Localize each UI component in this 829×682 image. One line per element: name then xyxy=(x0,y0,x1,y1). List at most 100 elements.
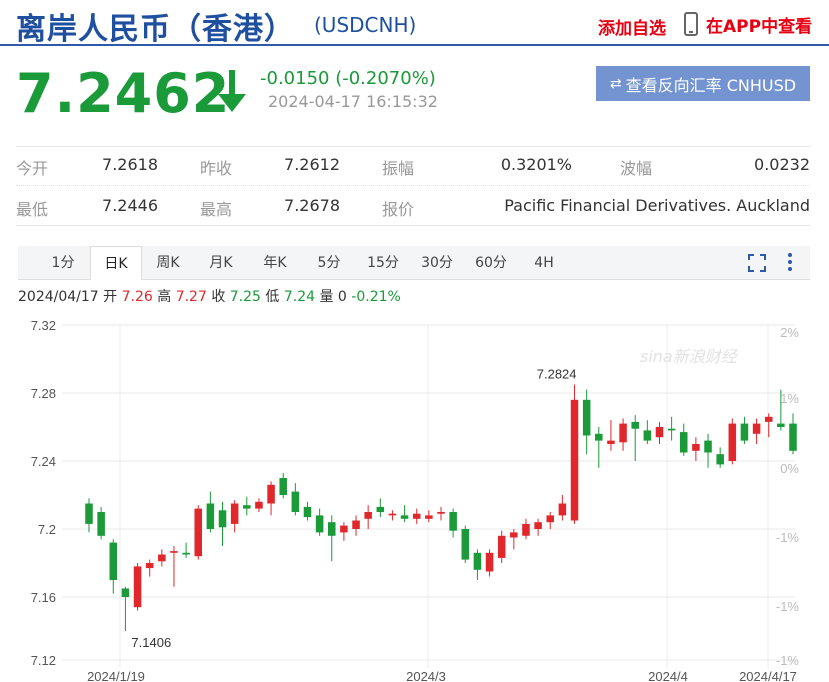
candle-body xyxy=(752,423,761,434)
candle-body xyxy=(315,515,324,533)
candle-body xyxy=(449,512,457,531)
candle-body xyxy=(303,506,312,518)
quote-source-value: Pacific Financial Derivatives. Auckland xyxy=(504,196,810,215)
ohlc-volume: 0 xyxy=(337,289,347,305)
candle-body xyxy=(546,515,555,523)
tab-30min[interactable]: 30分 xyxy=(410,246,464,280)
range-value: 0.0232 xyxy=(754,155,810,174)
candle-body xyxy=(558,503,567,516)
candle-body xyxy=(789,423,797,451)
tab-yearly-k[interactable]: 年K xyxy=(248,246,302,280)
candle-body xyxy=(437,512,445,514)
candle-body xyxy=(388,513,397,516)
down-arrow-icon xyxy=(218,70,246,112)
candle-body xyxy=(97,512,105,536)
candle-body xyxy=(255,501,263,509)
candle-body xyxy=(182,552,190,555)
pct-tick-label: 2% xyxy=(780,325,799,340)
ohlc-close-label: 收 xyxy=(211,289,226,305)
quote-time: 2024-04-17 16:15:32 xyxy=(268,92,438,111)
candle-body xyxy=(777,423,785,427)
candle-body xyxy=(158,554,166,562)
tab-60min[interactable]: 60分 xyxy=(464,246,518,280)
candle-body xyxy=(400,515,409,519)
max-annotation: 7.2824 xyxy=(537,367,577,382)
tab-weekly-k[interactable]: 周K xyxy=(142,246,194,280)
candle-body xyxy=(267,484,275,504)
candle-body xyxy=(121,588,130,597)
high-label: 最高 xyxy=(200,200,233,219)
candle-body xyxy=(510,532,518,538)
candle-body xyxy=(340,525,348,533)
candle-body xyxy=(728,423,737,461)
period-tabs: 1分 日K 周K 月K 年K 5分 15分 30分 60分 4H xyxy=(18,246,810,280)
tab-1min[interactable]: 1分 xyxy=(36,246,90,280)
candle-body xyxy=(109,542,118,580)
ohlc-high-label: 高 xyxy=(157,289,172,305)
ohlc-low: 7.24 xyxy=(283,289,316,305)
candle-body xyxy=(145,563,154,569)
candle-body xyxy=(692,444,700,451)
fullscreen-icon[interactable] xyxy=(748,254,766,272)
tab-4h[interactable]: 4H xyxy=(518,246,570,280)
tab-daily-k[interactable]: 日K xyxy=(90,246,142,280)
candle-body xyxy=(243,505,251,509)
candle-body xyxy=(764,416,773,422)
candle-body xyxy=(643,430,652,441)
x-tick-label: 2024/4 xyxy=(648,669,688,682)
y-tick-label: 7.24 xyxy=(31,454,56,469)
ohlc-volume-label: 量 xyxy=(319,289,334,305)
candle-body xyxy=(473,552,482,570)
open-label: 今开 xyxy=(16,159,49,178)
candle-body xyxy=(194,508,203,557)
candle-body xyxy=(170,551,178,553)
pct-tick-label: -1% xyxy=(776,653,800,668)
prev-close-label: 昨收 xyxy=(200,159,233,178)
ohlc-open-label: 开 xyxy=(103,289,118,305)
candle-body xyxy=(85,503,93,524)
tab-5min[interactable]: 5分 xyxy=(302,246,356,280)
high-value: 7.2678 xyxy=(284,196,340,215)
candle-body xyxy=(364,512,372,519)
amplitude-value: 0.3201% xyxy=(500,155,572,174)
candle-body xyxy=(704,440,712,453)
more-options-icon[interactable] xyxy=(785,251,795,275)
candle-body xyxy=(582,399,591,436)
candlestick-chart[interactable]: 7.327.287.247.27.167.122%1%0%-1%-1%-1%20… xyxy=(0,316,829,682)
candle-body xyxy=(619,423,627,443)
reverse-rate-button[interactable]: ⇄ 查看反向汇率 CNHUSD xyxy=(596,66,810,101)
stats-divider xyxy=(16,185,810,186)
symbol-code: (USDCNH) xyxy=(314,13,417,37)
pct-tick-label: -1% xyxy=(776,530,800,545)
ohlc-change-pct: -0.21% xyxy=(351,289,401,305)
pct-tick-label: -1% xyxy=(776,599,800,614)
candle-body xyxy=(425,515,433,519)
ohlc-close: 7.25 xyxy=(229,289,261,305)
candle-body xyxy=(631,421,639,429)
candle-body xyxy=(461,529,470,560)
candle-body xyxy=(570,399,579,521)
price-change: -0.0150 (-0.2070%) xyxy=(260,68,436,89)
candle-body xyxy=(230,503,239,524)
candle-body xyxy=(655,427,664,438)
tab-monthly-k[interactable]: 月K xyxy=(194,246,248,280)
low-value: 7.2446 xyxy=(102,196,158,215)
view-in-app-button[interactable]: 在APP中查看 xyxy=(684,10,812,38)
candle-body xyxy=(740,423,749,441)
pct-tick-label: 0% xyxy=(780,461,799,476)
quote-stats-table: 今开 7.2618 昨收 7.2612 振幅 0.3201% 波幅 0.0232… xyxy=(16,146,810,226)
candle-body xyxy=(522,523,530,536)
ohlc-open: 7.26 xyxy=(121,289,153,305)
candle-body xyxy=(716,454,724,465)
y-tick-label: 7.12 xyxy=(31,653,56,668)
tab-15min[interactable]: 15分 xyxy=(356,246,410,280)
add-watchlist-button[interactable]: 添加自选 xyxy=(598,14,666,39)
pct-tick-label: 1% xyxy=(780,391,799,406)
swap-icon: ⇄ xyxy=(609,75,622,92)
prev-close-value: 7.2612 xyxy=(284,155,340,174)
current-price: 7.2462 xyxy=(16,62,231,125)
candle-body xyxy=(352,520,360,529)
candle-body xyxy=(534,522,542,529)
sina-watermark: sina新浪财经 xyxy=(640,347,739,366)
candle-body xyxy=(327,522,336,536)
